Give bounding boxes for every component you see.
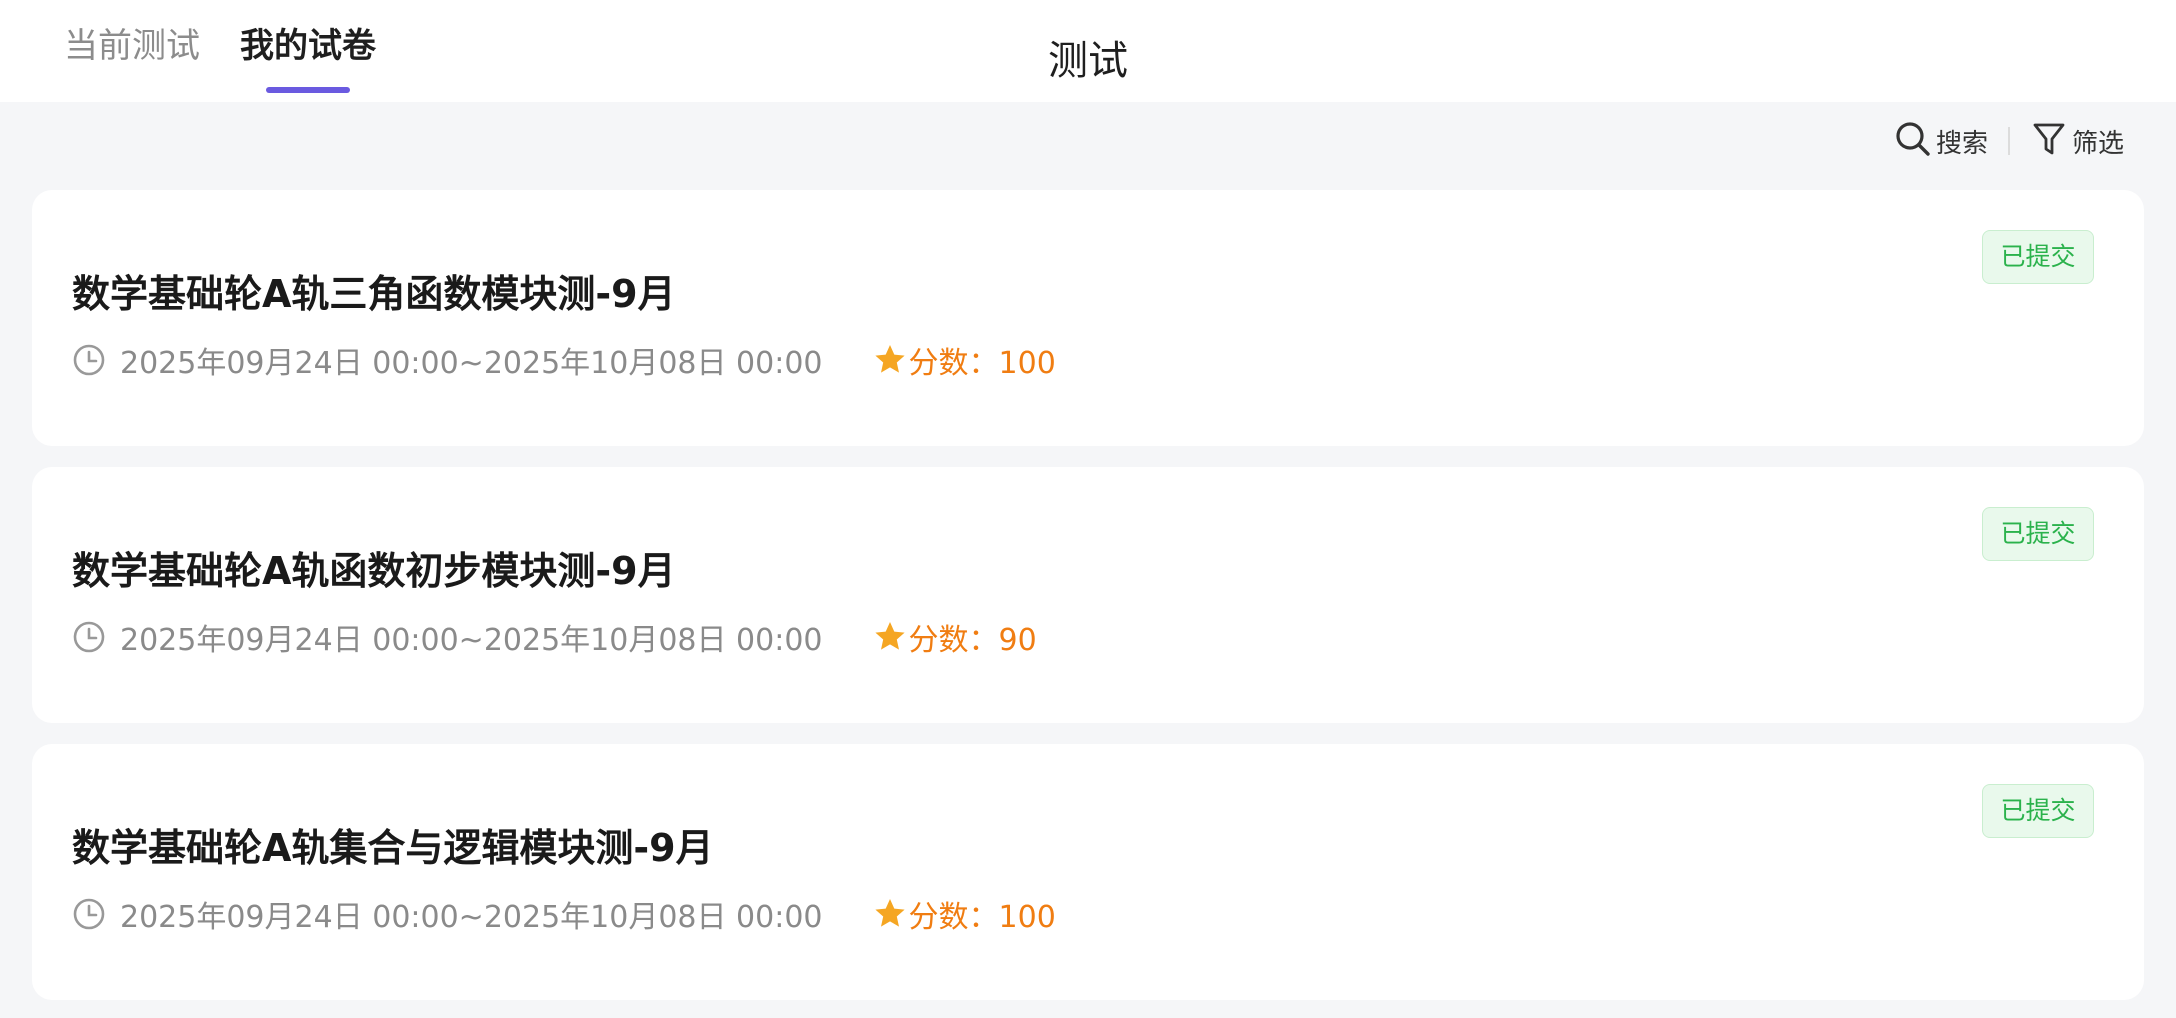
star-icon: [874, 622, 905, 650]
exam-meta: 2025年09月24日 00:00~2025年10月08日 00:00 分数：1…: [72, 338, 1056, 382]
exam-meta: 2025年09月24日 00:00~2025年10月08日 00:00 分数：1…: [72, 892, 1056, 936]
exam-score: 分数：90: [873, 615, 1037, 659]
exam-time-range: 2025年09月24日 00:00~2025年10月08日 00:00: [120, 623, 823, 658]
page-title: 测试: [1048, 38, 1128, 84]
clock-icon: [73, 344, 105, 376]
exam-score-label: 分数：90: [908, 623, 1037, 658]
exam-time-range: 2025年09月24日 00:00~2025年10月08日 00:00: [120, 346, 823, 381]
clock-icon: [73, 621, 105, 653]
exam-card[interactable]: 数学基础轮A轨函数初步模块测-9月 已提交 2025年09月24日 00:00~…: [32, 467, 2144, 723]
exam-card[interactable]: 数学基础轮A轨三角函数模块测-9月 已提交 2025年09月24日 00:00~…: [32, 190, 2144, 446]
exam-title: 数学基础轮A轨函数初步模块测-9月: [72, 549, 676, 593]
funnel-icon: [2030, 120, 2068, 162]
status-badge: 已提交: [1982, 230, 2094, 284]
search-label: 搜索: [1935, 128, 1988, 159]
search-button[interactable]: 搜索: [1894, 120, 1988, 162]
clock-icon: [73, 898, 105, 930]
star-icon: [874, 345, 905, 373]
exam-score: 分数：100: [873, 892, 1056, 936]
filter-label: 筛选: [2071, 128, 2124, 159]
exam-meta: 2025年09月24日 00:00~2025年10月08日 00:00 分数：9…: [72, 615, 1037, 659]
filter-button[interactable]: 筛选: [2030, 120, 2124, 162]
search-icon: [1894, 120, 1932, 162]
status-badge: 已提交: [1982, 784, 2094, 838]
top-header: 当前测试 我的试卷 测试: [0, 0, 2176, 102]
status-badge: 已提交: [1982, 507, 2094, 561]
exam-score-label: 分数：100: [908, 346, 1056, 381]
exam-score-label: 分数：100: [908, 900, 1056, 935]
exam-score: 分数：100: [873, 338, 1056, 382]
exam-title: 数学基础轮A轨三角函数模块测-9月: [72, 272, 676, 316]
list-toolbar: 搜索 筛选: [1894, 121, 2124, 161]
exam-time-range: 2025年09月24日 00:00~2025年10月08日 00:00: [120, 900, 823, 935]
star-icon: [874, 899, 905, 927]
exam-card[interactable]: 数学基础轮A轨集合与逻辑模块测-9月 已提交 2025年09月24日 00:00…: [32, 744, 2144, 1000]
toolbar-divider: [2007, 127, 2010, 155]
exam-title: 数学基础轮A轨集合与逻辑模块测-9月: [72, 826, 714, 870]
